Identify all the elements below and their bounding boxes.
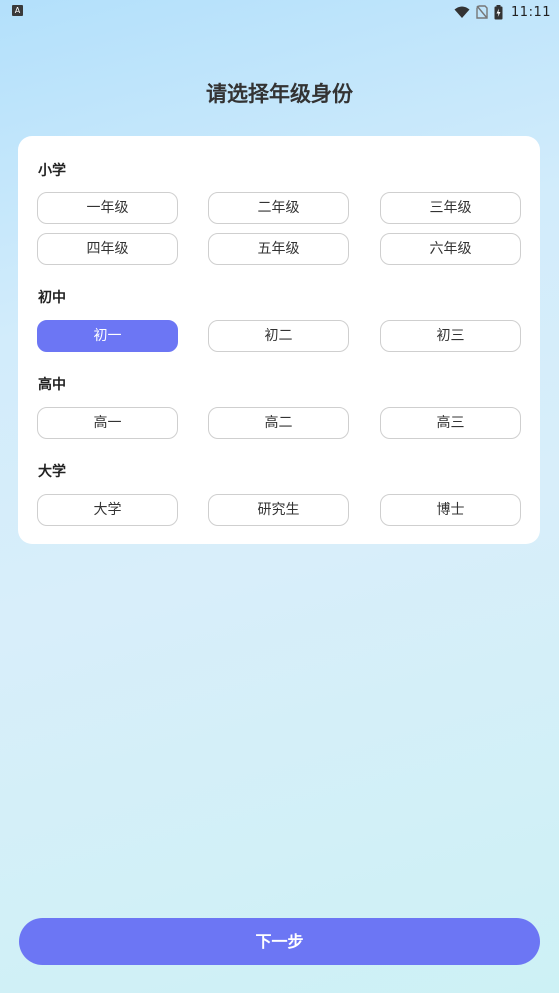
option-senior-2[interactable]: 高二 (208, 407, 349, 439)
option-junior-1[interactable]: 初一 (37, 320, 178, 352)
option-grade-3[interactable]: 三年级 (380, 192, 521, 224)
battery-charging-icon (494, 4, 503, 19)
option-grade-4[interactable]: 四年级 (37, 233, 178, 265)
option-grade-2[interactable]: 二年级 (208, 192, 349, 224)
section-title-senior-high: 高中 (38, 377, 66, 393)
option-senior-3[interactable]: 高三 (380, 407, 521, 439)
option-university[interactable]: 大学 (37, 494, 178, 526)
app-notification-icon: A (12, 5, 23, 16)
section-title-university: 大学 (38, 464, 66, 480)
section-title-junior-high: 初中 (38, 290, 66, 306)
next-step-button[interactable]: 下一步 (19, 918, 540, 965)
option-graduate[interactable]: 研究生 (208, 494, 349, 526)
option-junior-2[interactable]: 初二 (208, 320, 349, 352)
page-title: 请选择年级身份 (206, 82, 353, 106)
wifi-icon (454, 6, 470, 18)
option-doctorate[interactable]: 博士 (380, 494, 521, 526)
no-sim-icon (476, 5, 488, 19)
option-grade-6[interactable]: 六年级 (380, 233, 521, 265)
option-grade-1[interactable]: 一年级 (37, 192, 178, 224)
section-title-primary: 小学 (38, 163, 66, 179)
option-senior-1[interactable]: 高一 (37, 407, 178, 439)
status-bar: A 11:11 (0, 0, 559, 24)
option-grade-5[interactable]: 五年级 (208, 233, 349, 265)
status-icons: 11:11 (454, 2, 551, 22)
grade-card: 小学 一年级 二年级 三年级 四年级 五年级 六年级 初中 初一 初二 初三 高… (18, 136, 540, 544)
status-time: 11:11 (511, 4, 551, 20)
option-junior-3[interactable]: 初三 (380, 320, 521, 352)
